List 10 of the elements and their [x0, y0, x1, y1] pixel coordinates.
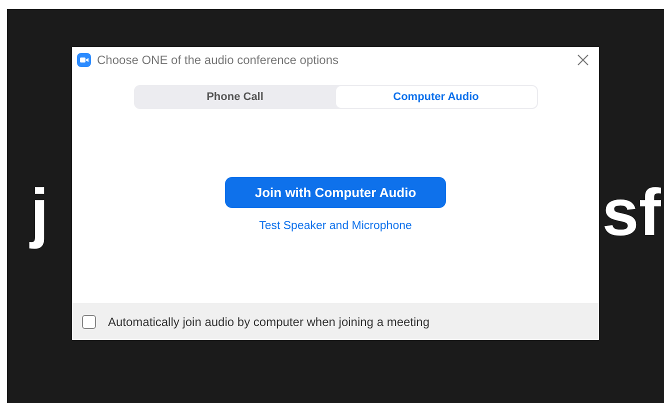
- tab[interactable]: Computer Audio: [336, 86, 536, 108]
- checkbox-label: Automatically join audio by computer when joining a meeting: [108, 314, 430, 328]
- background-text: sf: [602, 179, 661, 245]
- test-audio-link[interactable]: Test Speaker and Microphone: [259, 220, 412, 232]
- close-icon[interactable]: [577, 54, 589, 66]
- dialog-title: Choose ONE of the audio conference options: [97, 53, 340, 67]
- checkbox[interactable]: [82, 314, 96, 328]
- join-audio-button[interactable]: Join with Computer Audio: [225, 177, 446, 208]
- tab[interactable]: Phone Call: [134, 86, 336, 108]
- video-camera-icon: [77, 53, 91, 67]
